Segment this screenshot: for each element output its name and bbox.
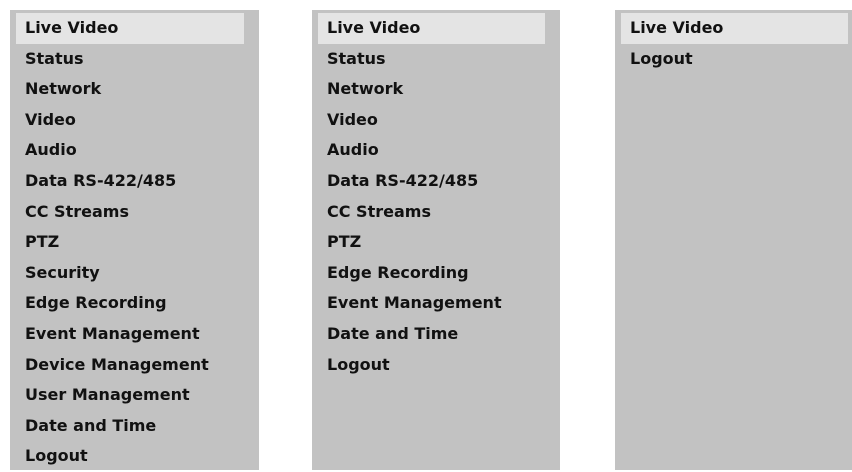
- menu-item-event-management[interactable]: Event Management: [318, 288, 560, 319]
- menu-item-video[interactable]: Video: [16, 105, 259, 136]
- menu-item-cc-streams[interactable]: CC Streams: [16, 197, 259, 228]
- nav-menu: Live Video Logout: [615, 10, 852, 74]
- menu-item-logout[interactable]: Logout: [16, 441, 259, 472]
- nav-menu: Live Video Status Network Video Audio Data RS…: [312, 10, 560, 380]
- menu-item-security[interactable]: Security: [16, 258, 259, 289]
- menu-item-event-management[interactable]: Event Management: [16, 319, 259, 350]
- menu-panel-operator: Live Video Status Network Video Audio Data RS…: [312, 10, 560, 470]
- menu-item-data-rs-422-485[interactable]: Data RS-422/485: [16, 166, 259, 197]
- menu-item-video[interactable]: Video: [318, 105, 560, 136]
- menu-item-status[interactable]: Status: [16, 44, 259, 75]
- menu-item-network[interactable]: Network: [318, 74, 560, 105]
- menu-panel-admin: Live Video Status Network Video Audio Data RS…: [10, 10, 259, 470]
- menu-item-network[interactable]: Network: [16, 74, 259, 105]
- menu-item-cc-streams[interactable]: CC Streams: [318, 197, 560, 228]
- menu-item-logout[interactable]: Logout: [621, 44, 852, 75]
- menu-panel-viewer: Live Video Logout: [615, 10, 852, 470]
- nav-menu: Live Video Status Network Video Audio Data RS…: [10, 10, 259, 472]
- menu-item-edge-recording[interactable]: Edge Recording: [16, 288, 259, 319]
- menu-item-date-and-time[interactable]: Date and Time: [318, 319, 560, 350]
- menu-item-device-management[interactable]: Device Management: [16, 350, 259, 381]
- menu-item-audio[interactable]: Audio: [318, 135, 560, 166]
- menu-item-logout[interactable]: Logout: [318, 350, 560, 381]
- menu-item-date-and-time[interactable]: Date and Time: [16, 411, 259, 442]
- menu-item-user-management[interactable]: User Management: [16, 380, 259, 411]
- menu-item-edge-recording[interactable]: Edge Recording: [318, 258, 560, 289]
- menu-item-audio[interactable]: Audio: [16, 135, 259, 166]
- menu-item-live-video[interactable]: Live Video: [16, 13, 244, 44]
- menu-item-status[interactable]: Status: [318, 44, 560, 75]
- menu-item-ptz[interactable]: PTZ: [318, 227, 560, 258]
- menu-item-data-rs-422-485[interactable]: Data RS-422/485: [318, 166, 560, 197]
- menu-item-live-video[interactable]: Live Video: [621, 13, 848, 44]
- menu-item-ptz[interactable]: PTZ: [16, 227, 259, 258]
- menu-item-live-video[interactable]: Live Video: [318, 13, 545, 44]
